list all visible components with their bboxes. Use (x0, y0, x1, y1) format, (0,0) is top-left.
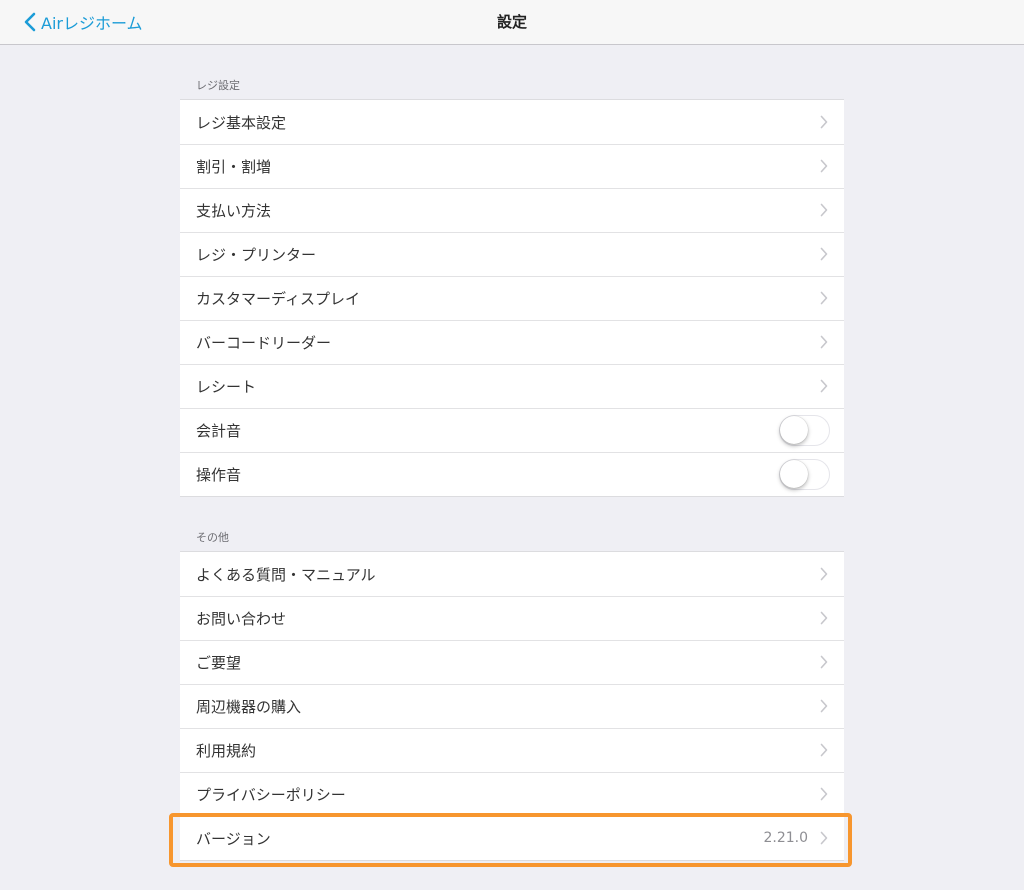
chevron-right-icon (820, 787, 828, 801)
chevron-right-icon (820, 291, 828, 305)
chevron-right-icon (820, 655, 828, 669)
settings-row[interactable]: バーコードリーダー (180, 320, 844, 364)
toggle-knob (780, 459, 808, 488)
settings-row[interactable]: レシート (180, 364, 844, 408)
settings-group: よくある質問・マニュアル お問い合わせ ご要望周辺機器の購入 利用規約プライバシーポリ… (180, 551, 844, 861)
settings-row-label: 利用規約 (196, 741, 257, 760)
settings-row[interactable]: バージョン 2.21.0 (180, 816, 844, 860)
settings-row-label: バージョン (196, 829, 271, 848)
settings-row-label: レジ・プリンター (196, 245, 317, 264)
settings-row-label: バーコードリーダー (196, 333, 332, 352)
settings-row-label: お問い合わせ (196, 609, 287, 628)
settings-row: 操作音 (180, 452, 844, 496)
settings-row[interactable]: レジ基本設定 (180, 100, 844, 144)
settings-group: レジ基本設定 割引・割増支払い方法レジ・プリンターカスタマーディスプレイ バーコード… (180, 99, 844, 497)
settings-row[interactable]: 支払い方法 (180, 188, 844, 232)
back-button[interactable]: Airレジホーム (24, 0, 143, 44)
chevron-left-icon (24, 12, 36, 32)
version-value: 2.21.0 (763, 830, 808, 846)
settings-row: 会計音 (180, 408, 844, 452)
chevron-right-icon (820, 115, 828, 129)
section-header: その他 (196, 531, 229, 544)
settings-row[interactable]: レジ・プリンター (180, 232, 844, 276)
settings-row-label: 会計音 (196, 421, 242, 440)
settings-row[interactable]: 割引・割増 (180, 144, 844, 188)
chevron-right-icon (820, 379, 828, 393)
settings-row[interactable]: 周辺機器の購入 (180, 684, 844, 728)
settings-row-label: 操作音 (196, 465, 242, 484)
settings-row-label: よくある質問・マニュアル (196, 565, 376, 584)
settings-row[interactable]: 利用規約 (180, 728, 844, 772)
chevron-right-icon (820, 611, 828, 625)
toggle-switch[interactable] (779, 414, 830, 446)
settings-row[interactable]: ご要望 (180, 640, 844, 684)
settings-row-label: プライバシーポリシー (196, 785, 346, 804)
chevron-right-icon (820, 203, 828, 217)
navigation-bar: Airレジホーム 設定 (0, 0, 1024, 45)
settings-list: レジ設定 レジ基本設定 割引・割増 支払い方法 レジ・プリンター カスタマーディスプレイバ… (180, 45, 844, 861)
back-button-label: Airレジホーム (41, 14, 143, 33)
chevron-right-icon (820, 699, 828, 713)
settings-row-label: 周辺機器の購入 (196, 697, 302, 716)
settings-row[interactable]: お問い合わせ (180, 596, 844, 640)
settings-row[interactable]: カスタマーディスプレイ (180, 276, 844, 320)
chevron-right-icon (820, 247, 828, 261)
toggle-knob (780, 415, 808, 444)
settings-row-label: 支払い方法 (196, 201, 272, 220)
settings-row[interactable]: プライバシーポリシー (180, 772, 844, 816)
settings-row-label: ご要望 (196, 653, 242, 672)
toggle-switch[interactable] (779, 458, 830, 490)
page-title: 設定 (496, 13, 527, 31)
settings-row[interactable]: よくある質問・マニュアル (180, 552, 844, 596)
chevron-right-icon (820, 831, 828, 845)
chevron-right-icon (820, 335, 828, 349)
settings-row-label: 割引・割増 (196, 157, 272, 176)
chevron-right-icon (820, 567, 828, 581)
section-header: レジ設定 (196, 79, 240, 92)
settings-row-label: レシート (196, 377, 257, 396)
chevron-right-icon (820, 743, 828, 757)
chevron-right-icon (820, 159, 828, 173)
settings-row-label: カスタマーディスプレイ (196, 289, 360, 308)
settings-row-label: レジ基本設定 (196, 113, 287, 132)
